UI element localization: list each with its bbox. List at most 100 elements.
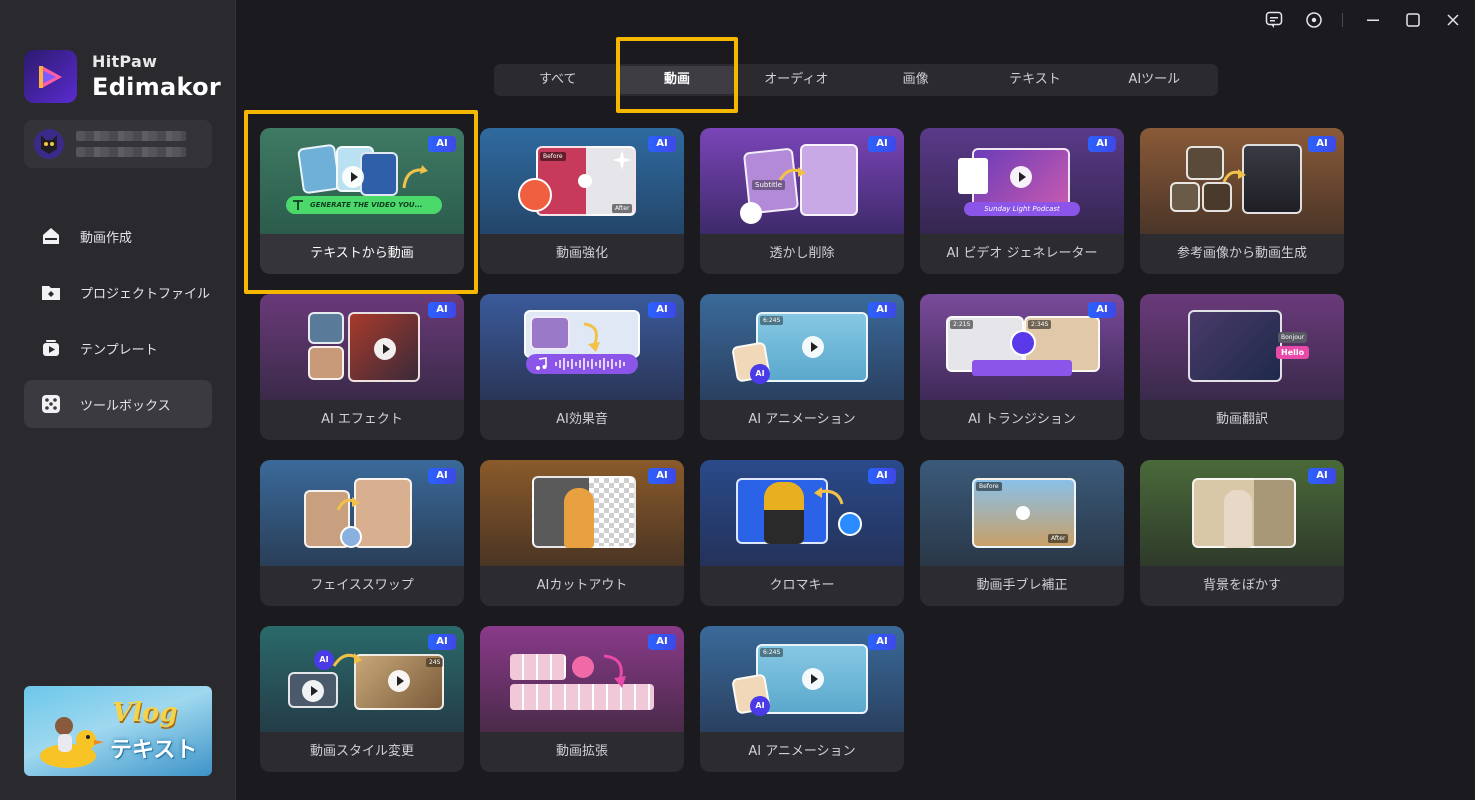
tool-card-ai-cutout[interactable]: AI AIカットアウト	[480, 460, 684, 606]
ai-badge: AI	[428, 136, 456, 152]
brand-name-big: Edimakor	[92, 72, 222, 101]
settings-icon[interactable]	[1304, 10, 1324, 30]
tool-card-video-translate[interactable]: Bonjour Hello 動画翻訳	[1140, 294, 1344, 440]
tool-label: 動画強化	[555, 246, 608, 261]
tool-card-blur-background[interactable]: AI 背景をぼかす	[1140, 460, 1344, 606]
bonjour-tag: Bonjour	[1278, 332, 1308, 343]
extend-icon	[572, 656, 594, 678]
tool-card-video-extend[interactable]: AI 動画拡張	[480, 626, 684, 772]
podcast-label: Sunday Light Podcast	[964, 202, 1080, 216]
ai-badge: AI	[1308, 468, 1336, 484]
ai-badge: AI	[428, 468, 456, 484]
tab-all[interactable]: すべて	[498, 66, 617, 94]
tab-video[interactable]: 動画	[617, 66, 737, 94]
tool-card-text-to-video[interactable]: GENERATE THE VIDEO YOU... AI テキストから動画	[260, 128, 464, 274]
tool-label: 背景をぼかす	[1202, 578, 1281, 593]
frames-strip-top	[510, 654, 566, 680]
ai-badge: AI	[868, 634, 896, 650]
tool-label: 透かし削除	[769, 246, 835, 261]
animation-time-tag: 6:24S	[760, 316, 784, 325]
timeline-strip	[972, 360, 1072, 376]
maximize-icon[interactable]	[1403, 10, 1423, 30]
sidebar-item-create-video[interactable]: 動画作成	[24, 212, 212, 260]
account-button[interactable]	[24, 120, 212, 168]
tool-card-ai-video-generator[interactable]: Sunday Light Podcast AI AI ビデオ ジェネレーター	[920, 128, 1124, 274]
enhance-camera-icon	[518, 178, 552, 212]
ai-badge: AI	[648, 302, 676, 318]
tool-card-ai-transition[interactable]: 2:21S 2:34S AI AI トランジション	[920, 294, 1124, 440]
tab-ai-tools[interactable]: AIツール	[1095, 66, 1214, 94]
ai-badge: AI	[428, 634, 456, 650]
transition-time-tag-1: 2:21S	[950, 320, 974, 329]
tool-card-ai-effect[interactable]: AI AI エフェクト	[260, 294, 464, 440]
transition-time-tag-2: 2:34S	[1028, 320, 1052, 329]
category-tabs: すべて 動画 オーディオ 画像 テキスト AIツール	[494, 64, 1218, 96]
tool-label: 動画スタイル変更	[309, 744, 414, 759]
sidebar-item-label: プロジェクトファイル	[80, 286, 211, 302]
brand[interactable]: HitPaw Edimakor	[24, 50, 221, 103]
ai-badge: AI	[428, 302, 456, 318]
text-t-icon	[293, 200, 303, 210]
tool-card-watermark-remove[interactable]: Subtitle AI 透かし削除	[700, 128, 904, 274]
tool-label: AI アニメーション	[748, 744, 856, 759]
arrow-icon	[814, 487, 844, 505]
style-time-tag: 24S	[426, 658, 444, 667]
sidebar: HitPaw Edimakor 動画作成 プロジェクトファイル テンプレート ツ…	[0, 0, 236, 800]
tool-card-chroma-key[interactable]: AI クロマキー	[700, 460, 904, 606]
tool-label: 動画翻訳	[1215, 412, 1268, 427]
eraser-icon	[740, 202, 762, 224]
ai-circle-icon: AI	[750, 696, 770, 716]
minimize-icon[interactable]	[1363, 10, 1383, 30]
sidebar-item-templates[interactable]: テンプレート	[24, 324, 212, 372]
tool-label: AI エフェクト	[321, 412, 403, 427]
close-icon[interactable]	[1443, 10, 1463, 30]
arrow-icon	[402, 165, 428, 189]
tool-label: 動画拡張	[555, 744, 608, 759]
avatar	[34, 129, 64, 159]
controls-divider	[1342, 13, 1343, 27]
sidebar-item-project-files[interactable]: プロジェクトファイル	[24, 268, 212, 316]
sidebar-item-label: 動画作成	[80, 230, 133, 246]
before-tag: Before	[540, 152, 566, 161]
after-tag: After	[612, 204, 633, 213]
arrow-icon	[332, 653, 362, 667]
tab-audio[interactable]: オーディオ	[737, 66, 856, 94]
before-tag: Before	[976, 482, 1002, 491]
thumbnail: Before After	[920, 460, 1124, 566]
tool-label: AI効果音	[556, 412, 608, 427]
tool-label: 参考画像から動画生成	[1176, 246, 1307, 261]
feedback-icon[interactable]	[1264, 10, 1284, 30]
sidebar-item-label: ツールボックス	[80, 398, 171, 414]
tool-card-image-to-video[interactable]: AI 参考画像から動画生成	[1140, 128, 1344, 274]
arrow-icon	[336, 497, 360, 511]
tool-label: フェイススワップ	[310, 578, 414, 593]
ai-badge: AI	[868, 136, 896, 152]
transition-icon	[1010, 330, 1036, 356]
tool-card-ai-animation[interactable]: 6:24S AI AI AI アニメーション	[700, 294, 904, 440]
frames-strip-bottom	[510, 684, 654, 710]
tool-label: AIカットアウト	[536, 578, 628, 593]
sidebar-item-toolbox[interactable]: ツールボックス	[24, 380, 212, 428]
promo-banner[interactable]: Vlog テキスト	[24, 686, 212, 776]
hello-tag: Hello	[1276, 346, 1310, 359]
tool-label: AI アニメーション	[748, 412, 856, 427]
ai-badge: AI	[648, 468, 676, 484]
ai-badge: AI	[1088, 136, 1116, 152]
tool-card-video-stabilize[interactable]: Before After 動画手ブレ補正	[920, 460, 1124, 606]
person-silhouette	[1224, 490, 1252, 548]
tool-card-ai-sound-effect[interactable]: AI AI効果音	[480, 294, 684, 440]
tool-label: クロマキー	[769, 578, 835, 593]
tool-card-ai-animation-2[interactable]: 6:24S AI AI AI アニメーション	[700, 626, 904, 772]
brand-name-small: HitPaw	[92, 52, 158, 71]
tab-image[interactable]: 画像	[856, 66, 975, 94]
tool-card-video-enhance[interactable]: Before After AI 動画強化	[480, 128, 684, 274]
ai-circle-icon: AI	[750, 364, 770, 384]
tab-text[interactable]: テキスト	[975, 66, 1094, 94]
compare-handle-icon	[1016, 506, 1030, 520]
sidebar-item-label: テンプレート	[80, 342, 158, 358]
animation-time-tag: 6:24S	[760, 648, 784, 657]
tool-card-video-style-change[interactable]: 24S AI AI 動画スタイル変更	[260, 626, 464, 772]
tool-label: テキストから動画	[310, 246, 414, 261]
tool-card-face-swap[interactable]: AI フェイススワップ	[260, 460, 464, 606]
edimakor-logo-icon	[24, 50, 77, 103]
